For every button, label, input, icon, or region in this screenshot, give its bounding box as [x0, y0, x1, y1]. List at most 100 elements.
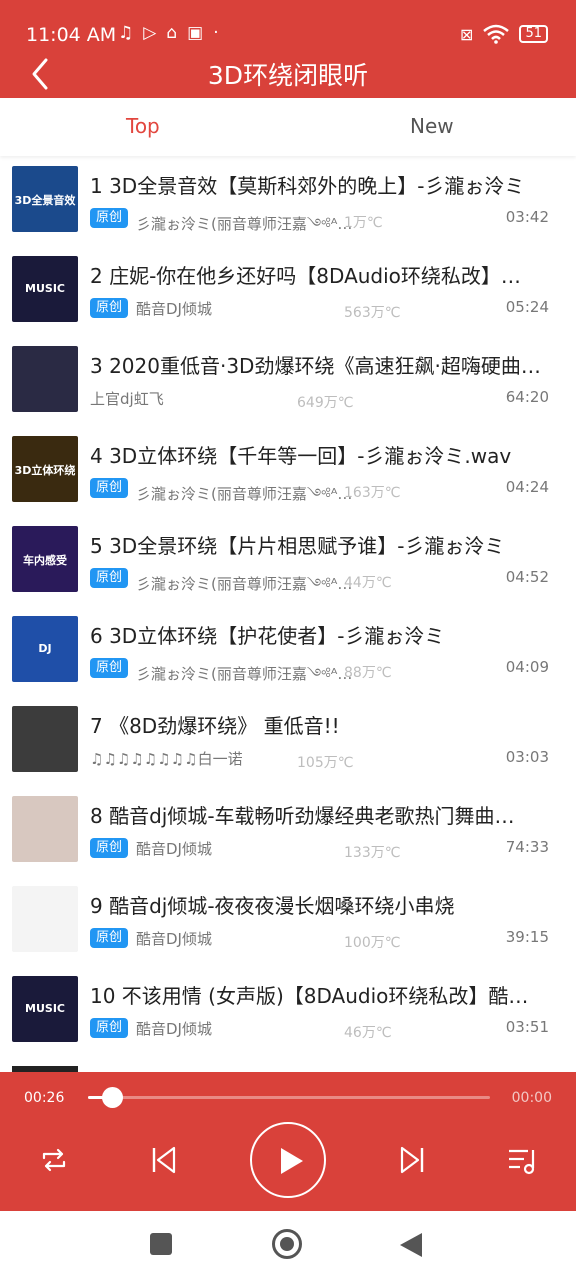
song-author: 彡瀧ぉ泠ミ(丽音尊师汪嘉༺ᴬᴷ༻): [136, 215, 356, 233]
song-duration: 74:33: [505, 838, 549, 856]
original-badge: 原创: [90, 928, 129, 948]
song-duration: 03:51: [505, 1018, 549, 1036]
song-author: 酷音DJ倾城: [136, 930, 212, 948]
next-icon[interactable]: [396, 1144, 428, 1176]
song-row[interactable]: 3 2020重低音·3D劲爆环绕《高速狂飙·超嗨硬曲… 上官dj虹飞 649万℃ 64…: [0, 336, 576, 426]
song-row[interactable]: MUSIC 10 不该用情 (女声版)【8DAudio环绕私改】酷… 原创 酷音DJ倾…: [0, 966, 576, 1056]
recents-icon[interactable]: [150, 1233, 172, 1255]
sim-icon: ⊠: [460, 24, 474, 44]
cover-art-text: 3D全景音效: [14, 194, 76, 207]
song-row[interactable]: 7 《8D劲爆环绕》 重低音!! ♫♫♫♫♫♫♫♫白一诺 105万℃ 03:03: [0, 696, 576, 786]
current-time: 00:26: [24, 1090, 65, 1106]
home-icon[interactable]: [272, 1229, 302, 1259]
play-count: 88万℃: [344, 665, 392, 681]
song-row[interactable]: 9 酷音dj倾城-夜夜夜漫长烟嗓环绕小串烧原创 酷音DJ倾城 100万℃ 39:15: [0, 876, 576, 966]
status-notification-icons: ♫ ▷ ⌂ ▣ ·: [118, 23, 219, 43]
playlist-icon[interactable]: [506, 1144, 540, 1176]
song-title: 7 《8D劲爆环绕》 重低音!!: [90, 714, 340, 738]
song-row[interactable]: 车内感受 5 3D全景环绕【片片相思赋予谁】-彡瀧ぉ泠ミ 原创 彡瀧ぉ泠ミ(丽音尊师汪…: [0, 516, 576, 606]
song-author: 酷音DJ倾城: [136, 840, 212, 858]
original-badge: 原创: [90, 838, 129, 858]
song-title: 10 不该用情 (女声版)【8DAudio环绕私改】酷…: [90, 984, 529, 1008]
previous-icon[interactable]: [148, 1144, 180, 1176]
song-duration: 39:15: [505, 928, 549, 946]
song-meta: 上官dj虹飞 649万℃ 64:20: [90, 386, 562, 411]
song-cover-image: DJ: [12, 616, 78, 682]
total-time: 00:00: [511, 1090, 552, 1106]
wifi-icon: [483, 24, 510, 44]
song-meta: 原创 酷音DJ倾城 46万℃ 03:51: [90, 1016, 562, 1041]
song-duration: 04:52: [505, 568, 549, 586]
song-cover-image: 3D全景音效: [12, 166, 78, 232]
repeat-icon[interactable]: [38, 1144, 70, 1176]
song-meta: 原创 彡瀧ぉ泠ミ(丽音尊师汪嘉༺ᴬᴷ༻) 88万℃ 04:09: [90, 656, 562, 683]
play-count: 1万℃: [344, 215, 383, 231]
song-row[interactable]: 3D立体环绕 4 3D立体环绕【千年等一回】-彡瀧ぉ泠ミ.wav 原创 彡瀧ぉ泠ミ(丽…: [0, 426, 576, 516]
song-title: 6 3D立体环绕【护花使者】-彡瀧ぉ泠ミ: [90, 624, 445, 648]
song-duration: 03:42: [505, 208, 549, 226]
dot-icon: ·: [213, 23, 219, 43]
song-author: 酷音DJ倾城: [136, 1020, 212, 1038]
system-nav-bar: [0, 1211, 576, 1280]
back-icon[interactable]: [398, 1231, 424, 1259]
song-cover-image: [12, 886, 78, 952]
song-author: 上官dj虹飞: [90, 390, 164, 408]
original-badge: 原创: [90, 478, 129, 498]
song-duration: 64:20: [505, 388, 549, 406]
song-cover-image: 车内感受: [12, 526, 78, 592]
play-count: 44万℃: [344, 575, 392, 591]
tab-bar: Top New: [0, 98, 576, 156]
progress-thumb[interactable]: [102, 1087, 124, 1108]
original-badge: 原创: [90, 298, 129, 318]
song-author: 彡瀧ぉ泠ミ(丽音尊师汪嘉༺ᴬᴷ༻): [136, 665, 356, 683]
song-title: 4 3D立体环绕【千年等一回】-彡瀧ぉ泠ミ.wav: [90, 444, 512, 468]
song-duration: 04:24: [505, 478, 549, 496]
progress-track[interactable]: [88, 1096, 490, 1099]
cover-art-text: 3D立体环绕: [14, 464, 76, 477]
cover-art-text: MUSIC: [25, 282, 65, 295]
song-row[interactable]: DJ 6 3D立体环绕【护花使者】-彡瀧ぉ泠ミ原创 彡瀧ぉ泠ミ(丽音尊师汪嘉༺ᴬᴷ༻…: [0, 606, 576, 696]
song-cover-image: MUSIC: [12, 256, 78, 322]
gallery-icon: ▣: [187, 23, 204, 43]
cover-art-text: MUSIC: [25, 1002, 65, 1015]
song-list[interactable]: 3D全景音效 1 3D全景音效【莫斯科郊外的晚上】-彡瀧ぉ泠ミ 原创 彡瀧ぉ泠ミ(丽音…: [0, 156, 576, 1072]
play-button[interactable]: [250, 1122, 326, 1198]
song-title: 9 酷音dj倾城-夜夜夜漫长烟嗓环绕小串烧: [90, 894, 455, 918]
song-cover-image: MUSIC: [12, 976, 78, 1042]
play-count: 563万℃: [344, 305, 401, 321]
song-title: 1 3D全景音效【莫斯科郊外的晚上】-彡瀧ぉ泠ミ: [90, 174, 525, 198]
song-meta: ♫♫♫♫♫♫♫♫白一诺 105万℃ 03:03: [90, 746, 562, 771]
mute-icon: ♫: [118, 23, 134, 43]
song-meta: 原创 酷音DJ倾城 563万℃ 05:24: [90, 296, 562, 321]
tab-new[interactable]: New: [410, 114, 454, 138]
play-count: 649万℃: [297, 395, 354, 411]
song-duration: 04:09: [505, 658, 549, 676]
song-author: ♫♫♫♫♫♫♫♫白一诺: [90, 750, 243, 768]
song-author: 酷音DJ倾城: [136, 300, 212, 318]
song-meta: 原创 酷音DJ倾城 100万℃ 39:15: [90, 926, 562, 951]
play-count: 100万℃: [344, 935, 401, 951]
song-cover-image: [12, 346, 78, 412]
location-icon: ⌂: [166, 23, 178, 43]
song-author: 彡瀧ぉ泠ミ(丽音尊师汪嘉༺ᴬᴷ༻): [136, 575, 356, 593]
original-badge: 原创: [90, 1018, 129, 1038]
status-system-icons: ⊠ 51: [460, 24, 548, 44]
play-count: 46万℃: [344, 1025, 392, 1041]
song-cover-image: 3D立体环绕: [12, 436, 78, 502]
play-count: 105万℃: [297, 755, 354, 771]
song-row[interactable]: 8 酷音dj倾城-车载畅听劲爆经典老歌热门舞曲… 原创 酷音DJ倾城 133万℃ 74:…: [0, 786, 576, 876]
song-meta: 原创 彡瀧ぉ泠ミ(丽音尊师汪嘉༺ᴬᴷ༻) 44万℃ 04:52: [90, 566, 562, 593]
tab-top[interactable]: Top: [126, 114, 160, 138]
song-row-partial[interactable]: 11 3D立体环绕【我这一生（粤语）】-彡瀧ぉ泠ミ: [0, 1056, 576, 1072]
song-meta: 原创 彡瀧ぉ泠ミ(丽音尊师汪嘉༺ᴬᴷ༻) 163万℃ 04:24: [90, 476, 562, 503]
song-row[interactable]: 3D全景音效 1 3D全景音效【莫斯科郊外的晚上】-彡瀧ぉ泠ミ 原创 彡瀧ぉ泠ミ(丽音…: [0, 156, 576, 246]
song-title: 8 酷音dj倾城-车载畅听劲爆经典老歌热门舞曲…: [90, 804, 515, 828]
song-title: 3 2020重低音·3D劲爆环绕《高速狂飙·超嗨硬曲…: [90, 354, 541, 378]
original-badge: 原创: [90, 658, 129, 678]
play-count: 163万℃: [344, 485, 401, 501]
title-bar: 3D环绕闭眼听: [0, 58, 576, 98]
song-row[interactable]: MUSIC 2 庄妮-你在他乡还好吗【8DAudio环绕私改】… 原创 酷音DJ倾城 5…: [0, 246, 576, 336]
battery-indicator: 51: [519, 25, 548, 43]
play-icon: [281, 1148, 303, 1174]
song-duration: 03:03: [505, 748, 549, 766]
